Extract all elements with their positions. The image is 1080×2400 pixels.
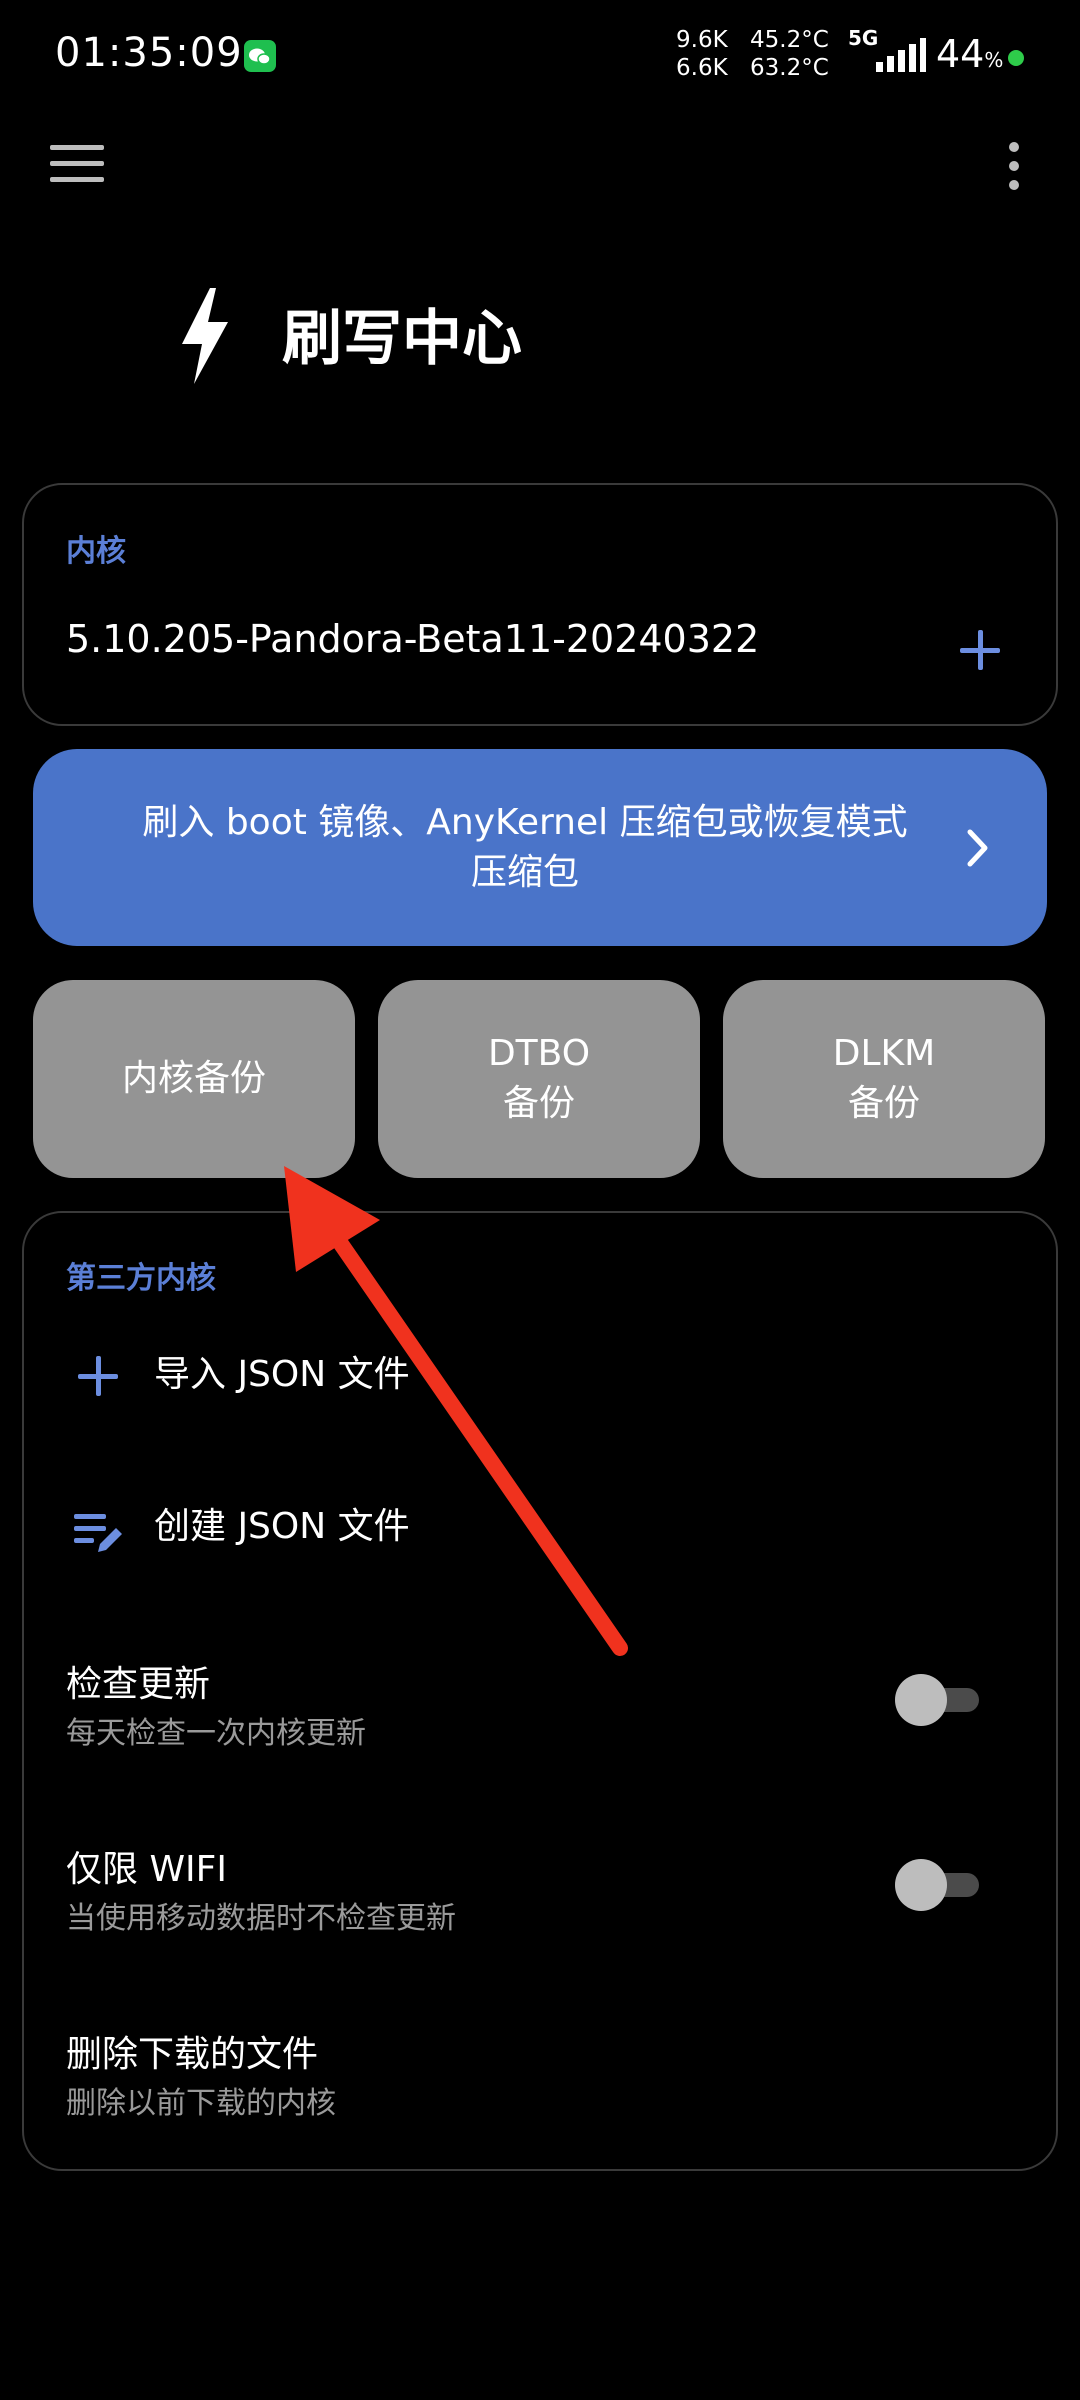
temp-2: 63.2°C bbox=[750, 55, 829, 81]
check-update-row[interactable]: 检查更新 每天检查一次内核更新 bbox=[22, 1640, 1058, 1770]
battery-dot-icon bbox=[1008, 50, 1024, 66]
temp-1: 45.2°C bbox=[750, 27, 829, 53]
flash-button-label: 刷入 boot 镜像、AnyKernel 压缩包或恢复模式压缩包 bbox=[142, 801, 908, 893]
page-title: 刷写中心 bbox=[282, 304, 522, 374]
temperature: 45.2°C 63.2°C bbox=[750, 26, 829, 82]
delete-downloads-subtitle: 删除以前下载的内核 bbox=[66, 2086, 336, 2121]
check-update-subtitle: 每天检查一次内核更新 bbox=[66, 1716, 366, 1751]
signal-icon bbox=[872, 38, 926, 74]
dlkm-backup-button[interactable]: DLKM 备份 bbox=[723, 980, 1045, 1178]
import-json-row[interactable]: 导入 JSON 文件 bbox=[66, 1320, 966, 1420]
create-json-row[interactable]: 创建 JSON 文件 bbox=[66, 1472, 966, 1572]
dtbo-backup-button[interactable]: DTBO 备份 bbox=[378, 980, 700, 1178]
create-json-label: 创建 JSON 文件 bbox=[154, 1506, 410, 1547]
wechat-icon bbox=[244, 40, 276, 72]
bolt-icon bbox=[176, 288, 232, 384]
third-party-label: 第三方内核 bbox=[66, 1261, 216, 1296]
dtbo-backup-label: DTBO 备份 bbox=[487, 1033, 591, 1124]
flash-button[interactable]: 刷入 boot 镜像、AnyKernel 压缩包或恢复模式压缩包 bbox=[33, 749, 1047, 946]
dlkm-backup-label: DLKM 备份 bbox=[832, 1033, 936, 1124]
net-up: 9.6K bbox=[676, 27, 728, 53]
kernel-backup-label: 内核备份 bbox=[121, 1058, 266, 1099]
more-options-icon[interactable] bbox=[1009, 142, 1021, 190]
menu-icon[interactable] bbox=[50, 145, 104, 183]
wifi-only-toggle[interactable] bbox=[895, 1859, 985, 1911]
chevron-right-icon bbox=[967, 829, 989, 867]
add-kernel-plus-icon[interactable] bbox=[960, 630, 1000, 670]
kernel-card bbox=[22, 483, 1058, 726]
net-down: 6.6K bbox=[676, 55, 728, 81]
status-time: 01:35:09 bbox=[55, 30, 243, 76]
check-update-toggle[interactable] bbox=[895, 1674, 985, 1726]
delete-downloads-title: 删除下载的文件 bbox=[66, 2034, 319, 2075]
kernel-version: 5.10.205-Pandora-Beta11-20240322 bbox=[66, 617, 760, 661]
battery-level: 44% bbox=[936, 32, 1004, 76]
check-update-title: 检查更新 bbox=[66, 1664, 211, 1705]
wifi-only-row[interactable]: 仅限 WIFI 当使用移动数据时不检查更新 bbox=[22, 1825, 1058, 1955]
wifi-only-title: 仅限 WIFI bbox=[66, 1849, 227, 1890]
network-speed: 9.6K 6.6K bbox=[676, 26, 728, 82]
import-plus-icon bbox=[78, 1356, 118, 1396]
delete-downloads-row[interactable]: 删除下载的文件 删除以前下载的内核 bbox=[22, 2010, 1058, 2140]
edit-list-icon bbox=[72, 1510, 124, 1558]
kernel-label: 内核 bbox=[66, 534, 126, 569]
wifi-only-subtitle: 当使用移动数据时不检查更新 bbox=[66, 1901, 456, 1936]
kernel-backup-button[interactable]: 内核备份 bbox=[33, 980, 355, 1178]
import-json-label: 导入 JSON 文件 bbox=[154, 1354, 410, 1395]
